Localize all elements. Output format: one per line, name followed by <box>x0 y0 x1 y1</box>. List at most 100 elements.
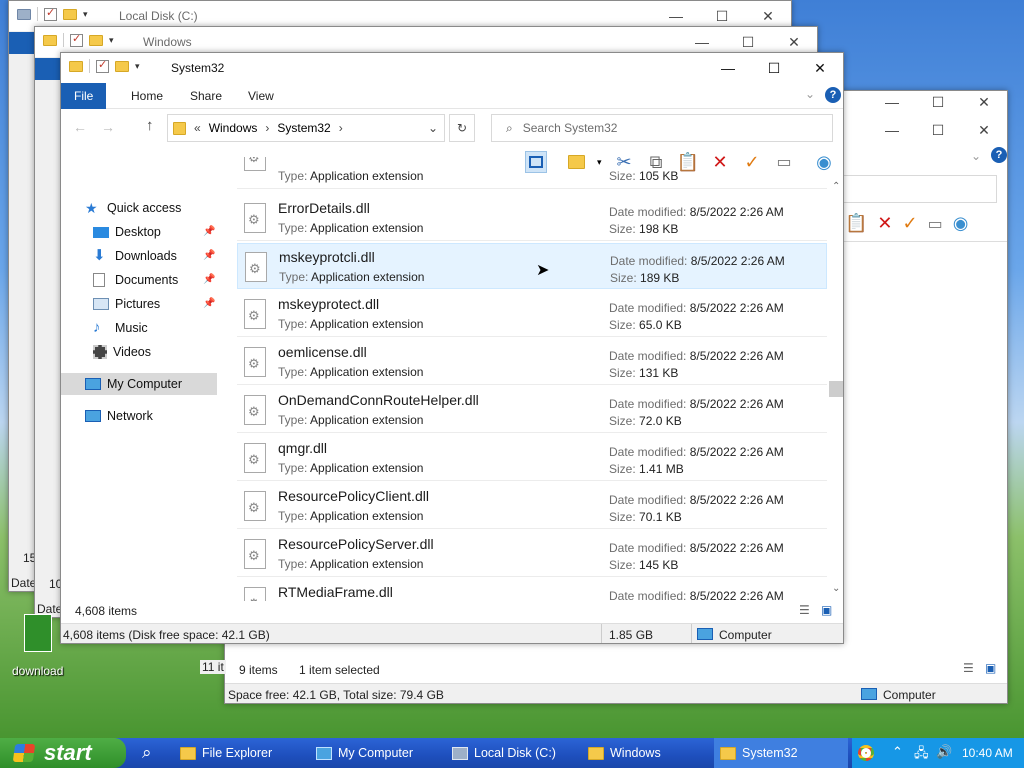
list-item[interactable]: mskeyprotect.dll Type: Application exten… <box>237 291 827 337</box>
new-folder-icon[interactable] <box>89 34 103 46</box>
rename-icon[interactable]: ▭ <box>773 151 795 173</box>
help-icon[interactable]: ? <box>825 87 841 103</box>
desktop-icon-download[interactable]: download <box>10 612 70 682</box>
tab-view[interactable]: View <box>235 83 287 109</box>
chevron-down-icon[interactable]: ▾ <box>83 9 88 20</box>
taskbar-item-file-explorer[interactable]: File Explorer <box>174 738 304 768</box>
list-item[interactable]: RTMediaFrame.dll Date modified: 8/5/2022… <box>237 579 827 601</box>
tiles-view-icon[interactable]: ▣ <box>821 603 832 617</box>
vertical-scrollbar[interactable]: ⌃ ⌄ <box>829 181 843 597</box>
minimize-icon[interactable]: — <box>705 53 751 83</box>
back-arrow-icon[interactable]: ← <box>73 119 87 135</box>
address-bar[interactable]: « Windows › System32 › ⌄ <box>167 114 445 142</box>
maximize-icon[interactable]: ☐ <box>915 115 961 145</box>
search-box[interactable] <box>825 175 997 203</box>
checkmark-icon[interactable]: ✓ <box>741 151 763 173</box>
preview-pane-icon[interactable] <box>525 151 547 173</box>
tab-share[interactable]: Share <box>177 83 235 109</box>
paste-icon[interactable]: 📋 <box>845 213 867 234</box>
tab-home[interactable]: Home <box>118 83 176 109</box>
ribbon-tabs: File Home Share View ⌄ ? <box>61 83 843 109</box>
close-icon[interactable]: ✕ <box>961 91 1007 117</box>
tab-file[interactable]: File <box>61 83 107 109</box>
chevron-down-icon[interactable]: ⌄ <box>805 87 815 101</box>
details-view-icon[interactable]: ☰ <box>799 603 810 617</box>
chevron-down-icon[interactable]: ▾ <box>135 61 140 72</box>
maximize-icon[interactable]: ☐ <box>751 53 797 83</box>
breadcrumb-system32[interactable]: System32 <box>277 121 330 135</box>
clock[interactable]: 10:40 AM <box>962 746 1013 760</box>
chevron-down-icon[interactable]: ⌄ <box>971 149 981 163</box>
taskbar-item-local-disk[interactable]: Local Disk (C:) <box>446 738 576 768</box>
document-icon <box>93 273 105 287</box>
cut-icon[interactable]: ✂ <box>613 151 635 173</box>
globe-icon[interactable]: ◉ <box>953 213 969 234</box>
properties-icon[interactable] <box>96 58 109 73</box>
properties-icon[interactable] <box>70 32 83 47</box>
nav-network[interactable]: Network <box>85 405 153 427</box>
paste-icon[interactable]: 📋 <box>677 151 699 173</box>
copy-icon[interactable]: ⧉ <box>645 151 667 173</box>
pin-icon[interactable]: 📌 <box>203 293 215 315</box>
taskbar-item-system32[interactable]: System32 <box>714 738 848 768</box>
nav-my-computer[interactable]: My Computer <box>61 373 217 395</box>
chrome-icon[interactable] <box>858 745 874 761</box>
address-dropdown-icon[interactable]: ⌄ <box>428 121 438 135</box>
pin-icon[interactable]: 📌 <box>203 269 215 291</box>
nav-music[interactable]: ♪ Music <box>93 317 148 339</box>
list-item[interactable]: oemlicense.dll Type: Application extensi… <box>237 339 827 385</box>
pin-icon[interactable]: 📌 <box>203 221 215 243</box>
minimize-icon[interactable]: — <box>869 115 915 145</box>
delete-icon[interactable]: ✕ <box>709 151 731 173</box>
properties-icon[interactable] <box>44 6 57 21</box>
taskbar-item-windows[interactable]: Windows <box>582 738 708 768</box>
nav-desktop[interactable]: Desktop 📌 <box>93 221 215 243</box>
scroll-thumb[interactable] <box>829 381 843 397</box>
list-item[interactable]: qmgr.dll Type: Application extension Dat… <box>237 435 827 481</box>
rename-icon[interactable]: ▭ <box>928 214 943 234</box>
list-item[interactable]: ResourcePolicyClient.dll Type: Applicati… <box>237 483 827 529</box>
globe-icon[interactable]: ◉ <box>813 151 835 173</box>
start-button[interactable]: start <box>0 738 126 768</box>
breadcrumb-overflow[interactable]: « <box>194 121 201 135</box>
taskbar-item-my-computer[interactable]: My Computer <box>310 738 440 768</box>
checkmark-icon[interactable]: ✓ <box>903 213 918 234</box>
new-folder-icon[interactable] <box>63 8 77 20</box>
maximize-icon[interactable]: ☐ <box>915 91 961 117</box>
list-item[interactable]: ResourcePolicyServer.dll Type: Applicati… <box>237 531 827 577</box>
list-item[interactable]: OnDemandConnRouteHelper.dll Type: Applic… <box>237 387 827 433</box>
nav-documents[interactable]: Documents 📌 <box>93 269 215 291</box>
chevron-right-icon[interactable]: › <box>265 121 269 135</box>
up-arrow-icon[interactable]: ↑ <box>146 117 154 134</box>
close-icon[interactable]: ✕ <box>961 115 1007 145</box>
nav-downloads[interactable]: ⬇ Downloads 📌 <box>93 245 215 267</box>
network-status-icon[interactable]: 🖧 <box>914 744 929 766</box>
tiles-view-icon[interactable]: ▣ <box>985 661 996 675</box>
delete-icon[interactable]: ✕ <box>877 213 892 234</box>
nav-label: My Computer <box>107 377 183 391</box>
list-item[interactable]: ErrorDetails.dll Type: Application exten… <box>237 195 827 241</box>
folder-options-icon[interactable] <box>565 151 587 173</box>
nav-quick-access[interactable]: ★ Quick access <box>85 197 181 219</box>
volume-icon[interactable]: 🔊 <box>936 744 952 760</box>
details-view-icon[interactable]: ☰ <box>963 661 974 675</box>
nav-videos[interactable]: Videos <box>93 341 151 363</box>
chevron-right-icon[interactable]: › <box>339 121 343 135</box>
chevron-down-icon[interactable]: ▾ <box>109 35 114 46</box>
pin-icon[interactable]: 📌 <box>203 245 215 267</box>
search-input[interactable]: ⌕ Search System32 <box>491 114 833 142</box>
nav-pictures[interactable]: Pictures 📌 <box>93 293 215 315</box>
refresh-button[interactable]: ↻ <box>449 114 475 142</box>
forward-arrow-icon[interactable]: → <box>101 119 115 135</box>
help-icon[interactable]: ? <box>991 147 1007 163</box>
minimize-icon[interactable]: — <box>869 91 915 117</box>
chevron-down-icon[interactable]: ▾ <box>597 157 602 168</box>
breadcrumb-windows[interactable]: Windows <box>209 121 258 135</box>
scroll-up-icon[interactable]: ⌃ <box>832 181 840 192</box>
search-icon[interactable]: ⌕ <box>142 738 166 768</box>
scroll-down-icon[interactable]: ⌄ <box>832 583 840 594</box>
close-icon[interactable]: ✕ <box>797 53 843 83</box>
list-item-selected[interactable]: mskeyprotcli.dll Type: Application exten… <box>237 243 827 289</box>
tray-overflow-icon[interactable]: ⌃ <box>892 744 903 760</box>
new-folder-icon[interactable] <box>115 60 129 72</box>
